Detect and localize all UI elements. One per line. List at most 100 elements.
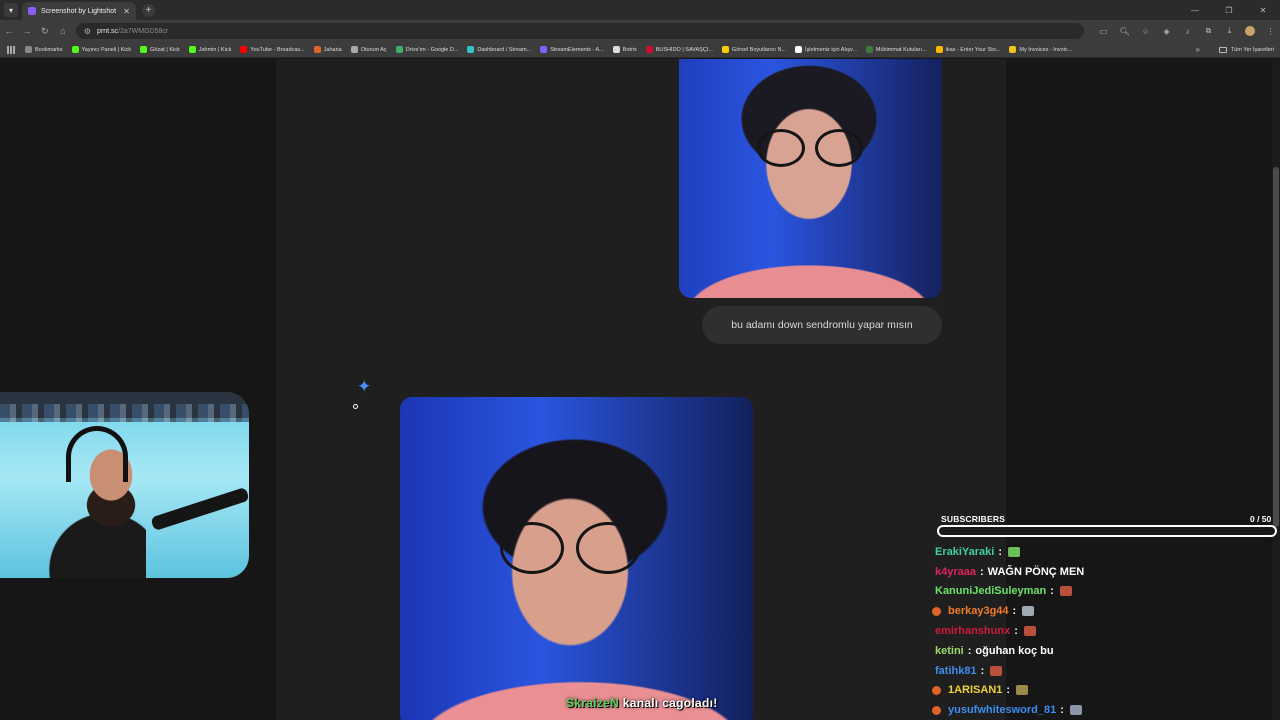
bookmark-favicon-icon	[645, 46, 653, 53]
toolbar-right: ▭ 🔍︎ ☆ ◈ ♪ ⧉ ⤓ ⋮	[1094, 23, 1280, 39]
bookmark-item[interactable]: YouTube - Broadcas...	[240, 46, 305, 53]
bookmark-item[interactable]: StreamElements - A...	[540, 46, 604, 53]
chat-username[interactable]: 1ARISAN1	[948, 684, 1002, 696]
bookmark-favicon-icon	[25, 46, 32, 53]
downloads-icon[interactable]: ⤓	[1220, 23, 1239, 39]
forward-icon[interactable]: →	[18, 22, 36, 40]
bookmark-favicon-icon	[935, 46, 943, 53]
chat-username[interactable]: ketini	[935, 645, 964, 657]
close-tab-icon[interactable]: ✕	[123, 7, 130, 16]
bookmark-favicon-icon	[1009, 46, 1017, 53]
home-icon[interactable]: ⌂	[54, 22, 72, 40]
zoom-icon[interactable]: 🔍︎	[1115, 23, 1134, 39]
chat-separator: :	[1060, 704, 1064, 717]
chat-text: oğuhan koç bu	[975, 644, 1054, 657]
caption-text: kanalı cagoladı!	[622, 696, 718, 710]
chat-username[interactable]: fatihk81	[935, 665, 977, 677]
microphone-arm	[150, 486, 249, 532]
bookmark-label: Yayıncı Paneli | Kick	[81, 46, 132, 53]
bookmark-item[interactable]: Oturum Aç	[350, 46, 387, 53]
bookmark-item[interactable]: Jaharia	[313, 46, 342, 53]
chat-username[interactable]: KanuniJediSuleyman	[935, 585, 1046, 597]
star-icon[interactable]: ☆	[1136, 23, 1155, 39]
bookmark-label: Görsel Boyutlarını N...	[731, 46, 787, 53]
bookmark-item[interactable]: Bookmarks	[25, 46, 63, 53]
bookmark-item[interactable]: Gözat | Kick	[140, 46, 180, 53]
bookmark-favicon-icon	[140, 46, 148, 53]
scrollbar[interactable]	[1272, 59, 1280, 720]
bookmark-label: StreamElements - A...	[550, 46, 604, 53]
chat-message: k4yraaa: WAĞN PÖNÇ MEN	[932, 562, 1272, 582]
bookmark-item[interactable]: Dashboard / Stream...	[467, 46, 531, 53]
chat-separator: :	[1014, 625, 1018, 638]
chat-message: 1ARISAN1:	[932, 681, 1272, 701]
chat-emote-icon	[1023, 626, 1036, 637]
ai-sparkle-icon: ✦	[357, 377, 372, 396]
tab-search-icon[interactable]: ▾	[4, 3, 18, 17]
folder-icon	[1218, 46, 1227, 53]
chat-username[interactable]: berkay3g44	[948, 605, 1009, 617]
extension-icon[interactable]: ◈	[1157, 23, 1176, 39]
chat-username[interactable]: ErakiYaraki	[935, 546, 994, 558]
bookmark-label: İşletmeniz için Alışv...	[805, 46, 857, 53]
url-host: prnt.sc	[97, 27, 119, 35]
bookmark-item[interactable]: Yayıncı Paneli | Kick	[71, 46, 132, 53]
bookmark-item[interactable]: Jahmin | Kick	[188, 46, 231, 53]
menu-icon[interactable]: ⋮	[1261, 23, 1280, 39]
bookmark-item[interactable]: İşletmeniz için Alışv...	[795, 46, 857, 53]
bookmark-label: My Invoices - Invoic...	[1019, 46, 1073, 53]
sub-badge-icon	[932, 685, 941, 695]
browser-tab[interactable]: Screenshot by Lightshot ✕	[22, 2, 136, 20]
restore-icon[interactable]: ❐	[1212, 0, 1246, 20]
apps-icon[interactable]	[7, 45, 15, 54]
chat-separator: :	[1006, 684, 1011, 697]
all-bookmarks-button[interactable]: Tüm Yer İşaretleri	[1218, 46, 1274, 53]
bookmark-favicon-icon	[612, 46, 620, 53]
chat-emote-icon	[990, 665, 1003, 676]
minimize-icon[interactable]: —	[1178, 0, 1212, 20]
bookmark-label: Jaharia	[323, 46, 342, 53]
bookmark-item[interactable]: Görsel Boyutlarını N...	[721, 46, 787, 53]
generated-image-bottom[interactable]	[400, 397, 753, 720]
scrollbar-thumb[interactable]	[1273, 167, 1279, 527]
new-tab-icon[interactable]: +	[142, 3, 155, 17]
puzzle-icon[interactable]: ⧉	[1199, 23, 1218, 39]
glasses-left-lens	[500, 522, 564, 574]
chat-username[interactable]: k4yraaa	[935, 566, 976, 578]
bookmark-favicon-icon	[795, 46, 803, 53]
bookmark-item[interactable]: BUSHIDO | SAVAŞÇI...	[645, 46, 713, 53]
back-icon[interactable]: ←	[0, 22, 18, 40]
chat-overlay: ErakiYaraki: k4yraaa: WAĞN PÖNÇ MEN KanuniJ…	[932, 542, 1272, 720]
chat-emote-icon	[1016, 685, 1029, 696]
bookmark-item[interactable]: Drive'ım - Google D...	[395, 46, 458, 53]
bookmark-item[interactable]: Botrix	[612, 46, 637, 53]
chat-username[interactable]: emirhanshunx	[935, 625, 1010, 637]
mouse-cursor	[353, 404, 358, 409]
glasses-right-lens	[576, 522, 640, 574]
bookmark-label: ikas - Enter Your Sto...	[945, 46, 1001, 53]
generated-image-top[interactable]	[679, 59, 942, 298]
media-icon[interactable]: ♪	[1178, 23, 1197, 39]
chat-emote-icon	[1069, 705, 1082, 716]
chat-username[interactable]: yusufwhitesword_81	[948, 704, 1056, 716]
subscribers-progress-bar	[937, 525, 1277, 537]
bookmark-label: Oturum Aç	[360, 46, 387, 53]
profile-avatar[interactable]	[1245, 26, 1256, 36]
cast-icon[interactable]: ▭	[1094, 23, 1113, 39]
close-window-icon[interactable]: ✕	[1246, 0, 1280, 20]
bookmark-label: Gözat | Kick	[150, 46, 180, 53]
bookmark-favicon-icon	[467, 46, 475, 53]
site-info-icon[interactable]: ⚙	[84, 27, 91, 36]
bookmark-item[interactable]: Mühimmat Kutuları...	[865, 46, 927, 53]
bookmark-item[interactable]: My Invoices - Invoic...	[1009, 46, 1072, 53]
bookmark-item[interactable]: ikas - Enter Your Sto...	[935, 46, 1001, 53]
bookmark-favicon-icon	[395, 46, 403, 53]
video-caption: SkraizeN kanalı cagoladı!	[566, 696, 718, 710]
reload-icon[interactable]: ↻	[36, 22, 54, 40]
tab-bar: ▾ Screenshot by Lightshot ✕ + — ❐ ✕	[0, 0, 1280, 20]
address-bar[interactable]: ⚙ prnt.sc /2a7WMGD58cr	[75, 23, 1085, 39]
more-bookmarks-icon[interactable]: »	[1196, 45, 1200, 54]
bookmark-label: YouTube - Broadcas...	[250, 46, 305, 53]
sub-badge-icon	[932, 705, 941, 715]
bookmark-favicon-icon	[240, 46, 248, 53]
